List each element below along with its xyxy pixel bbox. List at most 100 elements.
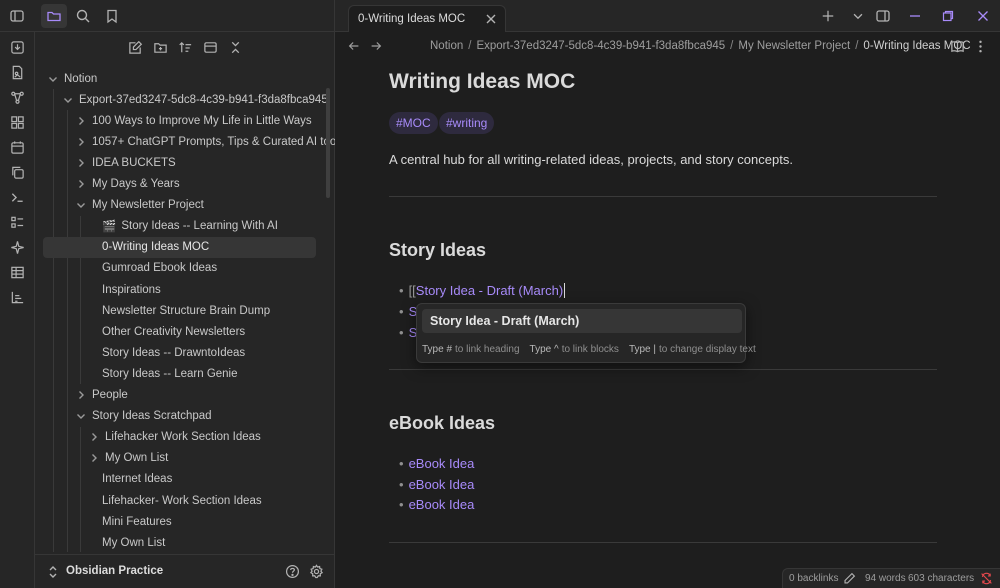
tree-folder[interactable]: 1057+ ChatGPT Prompts, Tips & Curated AI… — [75, 131, 335, 152]
file-image-icon[interactable] — [0, 60, 35, 85]
internal-link[interactable]: eBook Idea — [409, 497, 475, 512]
breadcrumb-item[interactable]: My Newsletter Project — [738, 40, 850, 52]
clapper-emoji-icon: 🎬 — [102, 221, 117, 234]
vault-switcher[interactable]: Obsidian Practice — [35, 554, 335, 588]
reading-view-book-icon[interactable] — [950, 39, 965, 54]
tree-file[interactable]: Story Ideas -- Learn Genie — [102, 363, 238, 384]
blocks-icon[interactable] — [0, 110, 35, 135]
right-sidebar-toggle-icon[interactable] — [872, 6, 894, 26]
folder-icon[interactable] — [41, 4, 67, 28]
tree-folder[interactable]: IDEA BUCKETS — [75, 152, 176, 173]
download-icon[interactable] — [0, 35, 35, 60]
settings-gear-icon[interactable] — [309, 564, 324, 579]
chevron-right-icon[interactable] — [75, 157, 87, 169]
chevron-right-icon[interactable] — [75, 115, 87, 127]
sidebar-toggle-icon[interactable] — [4, 4, 30, 28]
tag-moc[interactable]: #MOC — [389, 112, 438, 134]
tree-folder[interactable]: 100 Ways to Improve My Life in Little Wa… — [75, 110, 312, 131]
tree-file[interactable]: Story Ideas -- DrawntoIdeas — [102, 342, 245, 363]
bar-chart-icon[interactable] — [0, 285, 35, 310]
chevron-right-icon[interactable] — [75, 178, 87, 190]
tree-folder[interactable]: Notion — [47, 68, 97, 89]
chevron-down-icon[interactable] — [47, 73, 59, 85]
calendar-icon[interactable] — [0, 135, 35, 160]
tree-file[interactable]: Lifehacker- Work Section Ideas — [102, 490, 262, 511]
note-title[interactable]: Writing Ideas MOC — [389, 70, 575, 94]
tag-writing[interactable]: #writing — [439, 112, 495, 134]
list-item-editing[interactable]: •[[Story Idea - Draft (March) — [399, 280, 566, 300]
new-folder-icon[interactable] — [150, 38, 170, 56]
list-item[interactable]: • S — [399, 301, 417, 321]
tree-folder[interactable]: My Newsletter Project — [75, 195, 204, 216]
chevron-right-icon[interactable] — [88, 431, 100, 443]
tree-item-active[interactable]: 0-Writing Ideas MOC — [43, 236, 316, 258]
tree-file[interactable]: Gumroad Ebook Ideas — [102, 258, 217, 279]
sparkle-icon[interactable] — [0, 235, 35, 260]
ribbon — [0, 32, 35, 588]
close-window-icon[interactable] — [972, 6, 994, 26]
character-count: 603 characters — [908, 573, 975, 584]
chevron-down-icon[interactable] — [75, 410, 87, 422]
tree-file[interactable]: Inspirations — [102, 279, 161, 300]
chevron-right-icon[interactable] — [75, 136, 87, 148]
tree-folder[interactable]: My Days & Years — [75, 174, 180, 195]
tree-file[interactable]: Internet Ideas — [102, 469, 172, 490]
new-note-icon[interactable] — [125, 38, 145, 56]
copy-icon[interactable] — [0, 160, 35, 185]
tree-item-label: Story Ideas -- Learning With AI — [121, 220, 278, 233]
table-icon[interactable] — [0, 260, 35, 285]
list-item[interactable]: • eBook Idea — [399, 494, 474, 514]
minimize-icon[interactable] — [904, 6, 926, 26]
breadcrumb-item[interactable]: Notion — [430, 40, 463, 52]
forward-arrow-icon[interactable] — [369, 39, 383, 53]
vault-name: Obsidian Practice — [66, 565, 164, 577]
graph-icon[interactable] — [0, 85, 35, 110]
terminal-icon[interactable] — [0, 185, 35, 210]
maximize-icon[interactable] — [937, 6, 959, 26]
indent-guide — [80, 426, 81, 552]
pencil-icon[interactable] — [843, 572, 856, 585]
tree-folder[interactable]: Export-37ed3247-5dc8-4c39-b941-f3da8fbca… — [62, 89, 328, 110]
tree-file[interactable]: 🎬 Story Ideas -- Learning With AI — [102, 216, 278, 237]
link-suggestion-popup: Story Idea - Draft (March) Type # to link… — [416, 303, 756, 363]
breadcrumb-item[interactable]: Export-37ed3247-5dc8-4c39-b941-f3da8fbca… — [476, 40, 725, 52]
chevron-down-icon[interactable] — [62, 94, 74, 106]
list-checks-icon[interactable] — [0, 210, 35, 235]
list-item[interactable]: • eBook Idea — [399, 453, 474, 473]
collapse-all-icon[interactable] — [225, 38, 245, 56]
internal-link[interactable]: eBook Idea — [409, 456, 475, 471]
bookmark-icon[interactable] — [99, 4, 125, 28]
help-icon[interactable] — [285, 564, 300, 579]
tree-file[interactable]: Mini Features — [102, 511, 172, 532]
tree-folder[interactable]: Story Ideas Scratchpad — [75, 406, 212, 427]
new-tab-plus-icon[interactable] — [817, 6, 839, 26]
suggestion-item[interactable]: Story Idea - Draft (March) — [422, 309, 742, 333]
link-text[interactable]: Story Idea - Draft (March) — [416, 283, 563, 298]
chevron-right-icon[interactable] — [75, 389, 87, 401]
sort-icon[interactable] — [175, 38, 195, 56]
back-arrow-icon[interactable] — [347, 39, 361, 53]
tree-item-label: My Own List — [102, 536, 166, 549]
tree-folder[interactable]: Lifehacker Work Section Ideas — [88, 427, 261, 448]
internal-link[interactable]: eBook Idea — [409, 477, 475, 492]
sidebar-scrollbar[interactable] — [326, 88, 330, 198]
list-item[interactable]: • S — [399, 322, 417, 342]
chevron-right-icon[interactable] — [88, 452, 100, 464]
search-icon[interactable] — [70, 4, 96, 28]
backlinks-count[interactable]: 0 backlinks — [789, 573, 838, 584]
tree-file[interactable]: My Own List — [102, 532, 165, 552]
collapse-box-icon[interactable] — [200, 38, 220, 56]
tree-item-label: Lifehacker- Work Section Ideas — [102, 494, 262, 507]
list-item[interactable]: • eBook Idea — [399, 474, 474, 494]
tree-item-label: Story Ideas -- Learn Genie — [102, 367, 238, 380]
tree-folder[interactable]: People — [75, 385, 128, 406]
tree-folder[interactable]: My Own List — [88, 448, 168, 469]
tree-file[interactable]: Other Creativity Newsletters — [102, 321, 245, 342]
tab-active[interactable]: 0-Writing Ideas MOC — [348, 5, 506, 32]
tab-list-chevron-down-icon[interactable] — [847, 6, 869, 26]
chevron-down-icon[interactable] — [75, 199, 87, 211]
tree-file[interactable]: Newsletter Structure Brain Dump — [102, 300, 270, 321]
close-icon[interactable] — [483, 11, 499, 27]
sync-error-icon[interactable] — [980, 572, 993, 585]
more-options-icon[interactable] — [973, 39, 988, 54]
